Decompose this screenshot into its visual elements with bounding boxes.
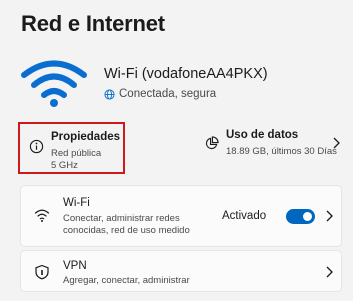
chevron-right-icon [333,137,340,149]
network-header: Wi-Fi (vodafoneAA4PKX) Conectada, segura [19,52,339,112]
properties-band: 5 GHz [51,160,78,171]
properties-network-type: Red pública [51,148,102,159]
pie-chart-icon [205,136,219,150]
wifi-card-title: Wi-Fi [63,197,90,209]
wifi-toggle-label: Activado [222,210,267,222]
wifi-card-desc-line2: conocidas, red de uso medido [63,225,190,236]
chevron-right-icon [326,266,333,278]
globe-icon [104,88,115,100]
data-usage-button[interactable]: Uso de datos 18.89 GB, últimos 30 Días [200,124,340,168]
chevron-right-icon [326,210,333,222]
wifi-large-icon [21,60,87,107]
wifi-settings-card[interactable]: Wi-Fi Conectar, administrar redes conoci… [20,185,342,247]
toggle-knob [303,212,312,221]
info-icon [29,139,44,154]
data-usage-title: Uso de datos [226,129,299,141]
vpn-card-description: Agregar, conectar, administrar [63,275,190,286]
properties-title: Propiedades [51,131,121,143]
wifi-icon [34,209,50,222]
network-status-text: Conectada, segura [119,88,217,100]
network-name: Wi-Fi (vodafoneAA4PKX) [104,66,268,82]
properties-button[interactable]: Propiedades Red pública 5 GHz [18,122,125,174]
data-usage-detail: 18.89 GB, últimos 30 Días [226,146,337,157]
page-title: Red e Internet [21,11,165,36]
vpn-card-title: VPN [63,260,87,272]
wifi-toggle[interactable] [286,209,315,224]
shield-icon [35,264,49,280]
vpn-settings-card[interactable]: VPN Agregar, conectar, administrar [20,250,342,292]
network-status: Conectada, segura [104,88,216,100]
wifi-card-desc-line1: Conectar, administrar redes [63,213,180,224]
wifi-card-description: Conectar, administrar redes conocidas, r… [63,213,190,237]
properties-details: Red pública 5 GHz [51,148,101,172]
